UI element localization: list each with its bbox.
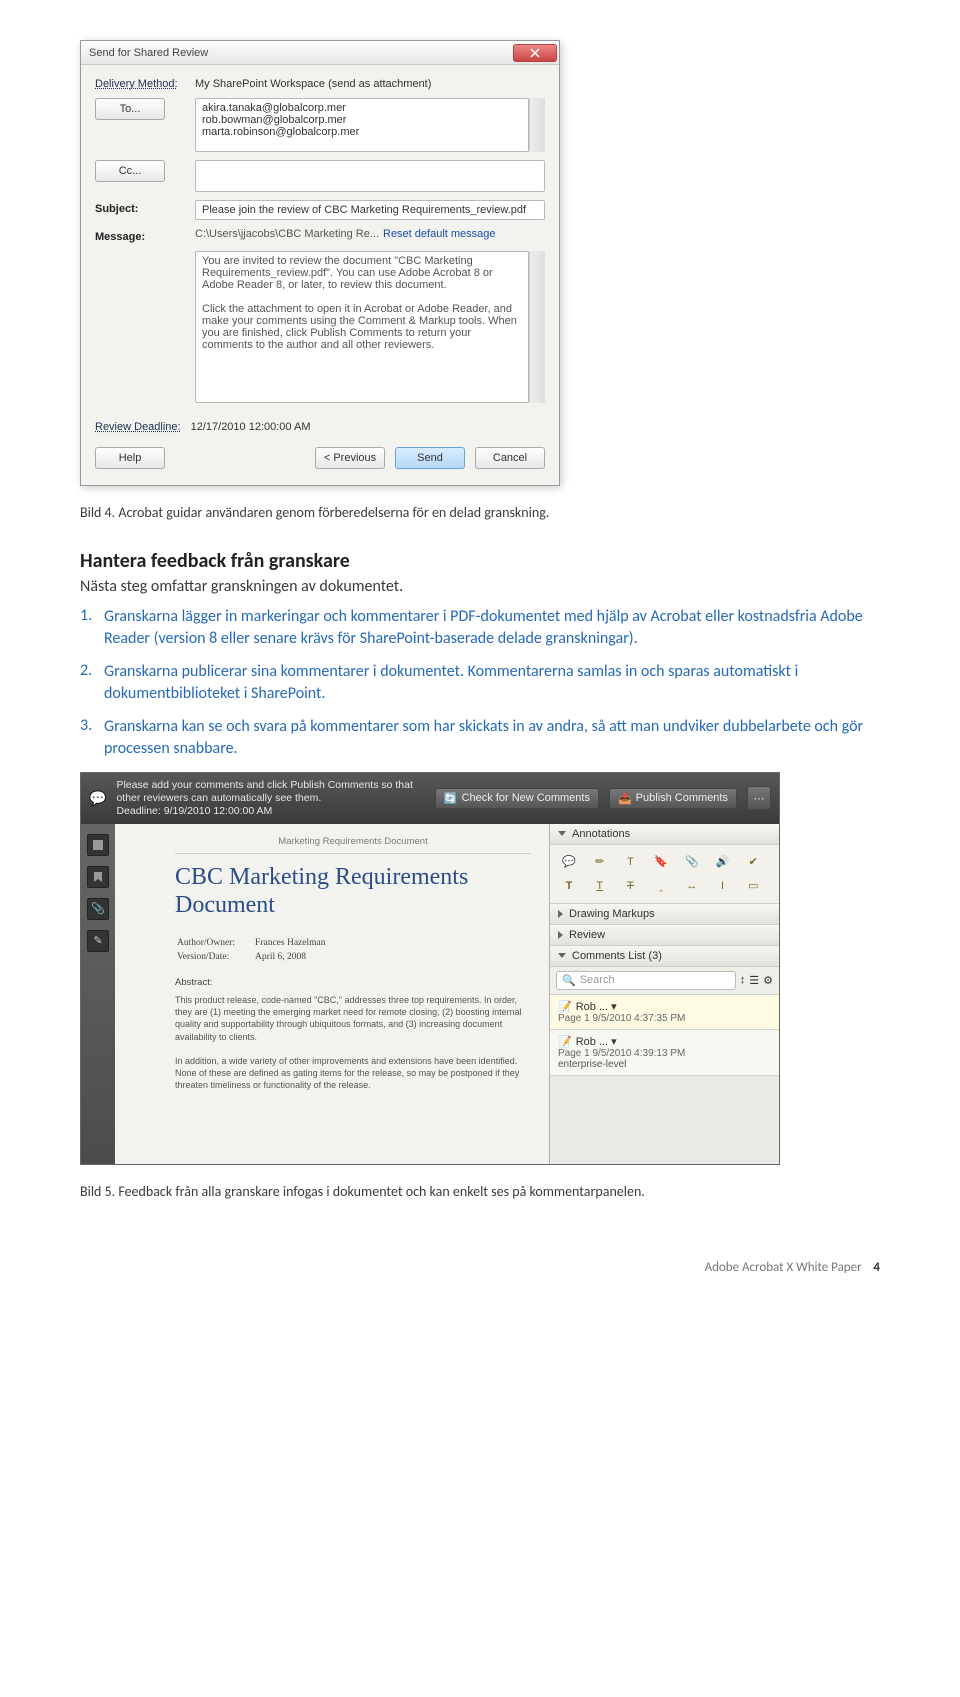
note-icon: 📝 (558, 1000, 572, 1013)
cc-button[interactable]: Cc... (95, 160, 165, 182)
document-header: Marketing Requirements Document (175, 834, 531, 854)
annotation-tools: 💬 ✏ T 🔖 📎 🔊 ✔ T T T ‸ ↔ I ▭ (550, 845, 779, 904)
reset-default-link[interactable]: Reset default message (383, 228, 496, 240)
list-text: Granskarna kan se och svara på kommentar… (104, 716, 880, 759)
message-body-field[interactable]: You are invited to review the document "… (195, 251, 529, 403)
sticky-note-icon[interactable]: 💬 (560, 853, 578, 871)
list-num: 1. (80, 606, 104, 649)
comment-meta: Page 1 9/5/2010 4:39:13 PM (558, 1048, 771, 1059)
signature-icon[interactable]: ✎ (87, 930, 109, 952)
cancel-button[interactable]: Cancel (475, 447, 545, 469)
replace-icon[interactable]: ↔ (683, 877, 701, 895)
subject-field[interactable]: Please join the review of CBC Marketing … (195, 200, 545, 220)
section-intro: Nästa steg omfattar granskningen av doku… (80, 577, 880, 596)
highlight-icon[interactable]: ✏ (591, 853, 609, 871)
comments-side-panel: Annotations 💬 ✏ T 🔖 📎 🔊 ✔ T T T ‸ ↔ I ▭ (549, 824, 779, 1164)
page-footer: Adobe Acrobat X White Paper 4 (80, 1260, 880, 1275)
search-icon: 🔍 (562, 974, 576, 987)
filter-icon[interactable]: ☰ (749, 974, 759, 987)
dialog-title: Send for Shared Review (89, 47, 208, 59)
toolbar-hint: Please add your comments and click Publi… (116, 779, 424, 818)
drawing-panel-head[interactable]: Drawing Markups (550, 904, 779, 925)
meta-author-label: Author/Owner: (177, 937, 253, 949)
document-area: Marketing Requirements Document CBC Mark… (115, 824, 549, 1164)
strike-icon[interactable]: T (621, 877, 639, 895)
comments-list-head[interactable]: Comments List (3) (550, 946, 779, 967)
left-rail: 📎 ✎ (81, 824, 115, 1164)
review-deadline-label: Review Deadline: (95, 421, 181, 433)
to-field[interactable]: akira.tanaka@globalcorp.mer rob.bowman@g… (195, 98, 529, 152)
audio-icon[interactable]: 🔊 (714, 853, 732, 871)
attach-icon[interactable]: 📎 (683, 853, 701, 871)
to-button[interactable]: To... (95, 98, 165, 120)
thumbnails-icon[interactable] (87, 834, 109, 856)
comment-search-input[interactable]: 🔍 Search (556, 971, 736, 990)
help-button[interactable]: Help (95, 447, 165, 469)
typewriter-icon[interactable]: I (714, 877, 732, 895)
textbox-icon[interactable]: ▭ (744, 877, 762, 895)
approve-icon[interactable]: ✔ (744, 853, 762, 871)
meta-author: Frances Hazelman (255, 937, 343, 949)
figure4-caption: Bild 4. Acrobat guidar användaren genom … (80, 504, 880, 521)
hint-icon: 💬 (89, 790, 106, 807)
close-button[interactable] (513, 44, 557, 62)
send-review-dialog: Send for Shared Review Delivery Method: … (80, 40, 560, 486)
comment-item[interactable]: 📝Rob ... ▾ Page 1 9/5/2010 4:39:13 PM en… (550, 1030, 779, 1076)
numbered-list: 1. Granskarna lägger in markeringar och … (80, 606, 880, 760)
figure5-caption: Bild 5. Feedback från alla granskare inf… (80, 1183, 880, 1200)
comment-meta: Page 1 9/5/2010 4:37:35 PM (558, 1013, 771, 1024)
publish-comments-button[interactable]: 📤 Publish Comments (609, 788, 737, 809)
to-scrollbar[interactable] (529, 98, 545, 152)
list-text: Granskarna lägger in markeringar och kom… (104, 606, 880, 649)
publish-icon: 📤 (618, 792, 632, 805)
meta-date-label: Version/Date: (177, 951, 253, 963)
previous-button[interactable]: < Previous (315, 447, 385, 469)
annotations-panel-head[interactable]: Annotations (550, 824, 779, 845)
text-bold-icon[interactable]: T (560, 877, 578, 895)
more-icon[interactable]: ⋯ (747, 786, 771, 810)
comment-snippet: enterprise-level (558, 1059, 771, 1070)
chevron-down-icon (558, 953, 566, 958)
stamp-icon[interactable]: 🔖 (652, 853, 670, 871)
insert-icon[interactable]: ‸ (652, 877, 670, 895)
delivery-method-value: My SharePoint Workspace (send as attachm… (195, 75, 431, 90)
meta-date: April 6, 2008 (255, 951, 343, 963)
text-edit-icon[interactable]: T (621, 853, 639, 871)
note-icon: 📝 (558, 1035, 572, 1048)
footer-product: Adobe Acrobat X White Paper (705, 1260, 862, 1275)
send-button[interactable]: Send (395, 447, 465, 469)
bookmarks-icon[interactable] (87, 866, 109, 888)
dialog-titlebar: Send for Shared Review (81, 41, 559, 65)
attachments-icon[interactable]: 📎 (87, 898, 109, 920)
message-path: C:\Users\jjacobs\CBC Marketing Re... (195, 228, 379, 240)
review-panel-head[interactable]: Review (550, 925, 779, 946)
list-num: 3. (80, 716, 104, 759)
editor-toolbar: 💬 Please add your comments and click Pub… (81, 773, 779, 824)
abstract-body: This product release, code-named "CBC," … (175, 994, 531, 1091)
list-num: 2. (80, 661, 104, 704)
options-icon[interactable]: ⚙ (763, 974, 773, 987)
comment-item[interactable]: 📝Rob ... ▾ Page 1 9/5/2010 4:37:35 PM (550, 995, 779, 1030)
document-title: CBC Marketing Requirements Document (175, 864, 531, 919)
section-heading: Hantera feedback från granskare (80, 549, 880, 573)
abstract-label: Abstract: (175, 977, 531, 988)
message-scrollbar[interactable] (529, 251, 545, 403)
delivery-method-label: Delivery Method: (95, 75, 195, 90)
cc-field[interactable] (195, 160, 545, 192)
subject-label: Subject: (95, 200, 195, 215)
chevron-right-icon (558, 931, 563, 939)
footer-page-number: 4 (873, 1260, 880, 1275)
message-label: Message: (95, 228, 195, 243)
refresh-icon: 🔄 (444, 792, 458, 805)
underline-icon[interactable]: T (591, 877, 609, 895)
chevron-right-icon (558, 910, 563, 918)
acrobat-editor: 💬 Please add your comments and click Pub… (80, 772, 780, 1165)
review-deadline-value: 12/17/2010 12:00:00 AM (191, 421, 311, 433)
check-comments-button[interactable]: 🔄 Check for New Comments (435, 788, 599, 809)
sort-icon[interactable]: ↕ (740, 974, 746, 986)
chevron-down-icon (558, 831, 566, 836)
list-text: Granskarna publicerar sina kommentarer i… (104, 661, 880, 704)
